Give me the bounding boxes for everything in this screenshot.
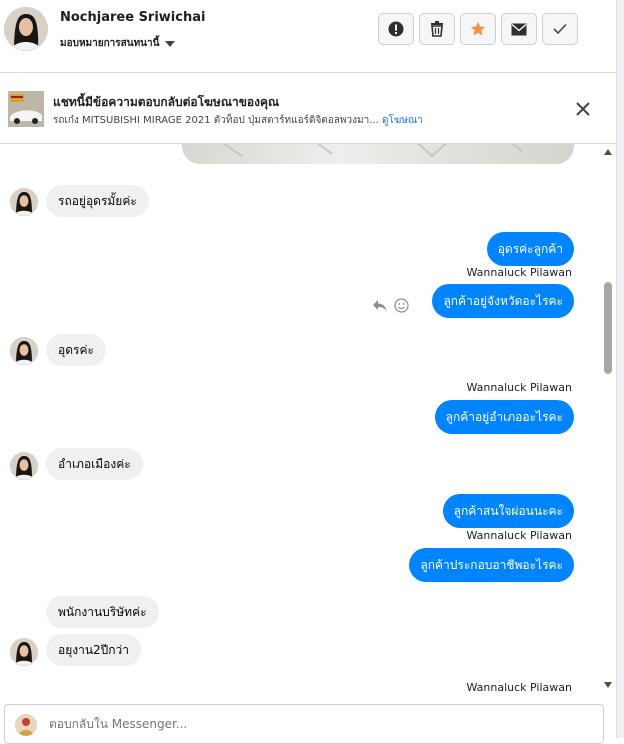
message-bubble-incoming[interactable]: อยุงาน2ปีกว่า bbox=[46, 634, 142, 666]
banner-subtitle: รถเก๋ง MITSUBISHI MIRAGE 2021 ตัวท็อป ปุ… bbox=[53, 113, 423, 128]
page-avatar bbox=[15, 714, 37, 736]
reply-input[interactable] bbox=[49, 717, 549, 731]
sender-name: Wannaluck Pilawan bbox=[466, 681, 573, 694]
avatar[interactable] bbox=[10, 452, 38, 480]
message-hover-actions bbox=[372, 298, 409, 313]
exclamation-circle-icon bbox=[388, 21, 404, 37]
sender-name: Wannaluck Pilawan bbox=[466, 381, 573, 394]
mark-done-button[interactable] bbox=[542, 13, 578, 45]
star-icon bbox=[470, 21, 486, 36]
assign-label: มอบหมายการสนทนานี้ bbox=[60, 38, 160, 49]
trash-icon bbox=[431, 21, 443, 37]
contact-name[interactable]: Nochjaree Sriwichai bbox=[60, 10, 205, 25]
envelope-icon bbox=[511, 23, 527, 35]
view-ad-link[interactable]: ดูโฆษณา bbox=[382, 115, 423, 126]
sender-name: Wannaluck Pilawan bbox=[466, 529, 573, 542]
avatar[interactable] bbox=[10, 337, 38, 365]
mark-unread-button[interactable] bbox=[501, 13, 537, 45]
message-bubble-outgoing[interactable]: ลูกค้าประกอบอาชีพอะไรคะ bbox=[409, 548, 574, 582]
message-bubble-outgoing[interactable]: ลูกค้าสนใจผ่อนนะคะ bbox=[442, 494, 574, 528]
sender-name: Wannaluck Pilawan bbox=[466, 266, 573, 279]
avatar[interactable] bbox=[10, 188, 38, 216]
scroll-up-arrow-icon[interactable] bbox=[604, 149, 612, 155]
reply-composer[interactable] bbox=[4, 704, 604, 744]
check-icon bbox=[553, 23, 567, 35]
close-icon[interactable] bbox=[574, 100, 592, 118]
banner-title: แชทนี้มีข้อความตอบกลับต่อโฆษณาของคุณ bbox=[53, 95, 280, 109]
ad-reply-banner: แชทนี้มีข้อความตอบกลับต่อโฆษณาของคุณ รถเ… bbox=[0, 73, 616, 144]
react-icon[interactable] bbox=[394, 298, 409, 313]
scroll-down-arrow-icon[interactable] bbox=[604, 682, 612, 688]
image-attachment[interactable] bbox=[182, 144, 574, 164]
star-button[interactable] bbox=[460, 13, 496, 45]
message-bubble-incoming[interactable]: พนักงานบริษัทค่ะ bbox=[46, 596, 159, 628]
contact-avatar[interactable] bbox=[4, 7, 48, 51]
message-bubble-outgoing[interactable]: ลูกค้าอยู่อำเภออะไรคะ bbox=[434, 400, 574, 434]
thread-scrollbar[interactable] bbox=[600, 144, 616, 694]
ad-description: รถเก๋ง MITSUBISHI MIRAGE 2021 ตัวท็อป ปุ… bbox=[53, 115, 379, 126]
reply-icon[interactable] bbox=[372, 299, 388, 313]
message-bubble-outgoing[interactable]: อุดรค่ะลูกค้า bbox=[486, 232, 574, 266]
assign-conversation-dropdown[interactable]: มอบหมายการสนทนานี้ bbox=[60, 36, 176, 51]
delete-button[interactable] bbox=[419, 13, 455, 45]
message-bubble-incoming[interactable]: รถอยู่อุดรมั้ยค่ะ bbox=[46, 185, 149, 217]
report-spam-button[interactable] bbox=[378, 13, 414, 45]
caret-down-icon bbox=[165, 40, 176, 47]
message-thread[interactable]: รถอยู่อุดรมั้ยค่ะ อุดรค่ะลูกค้า Wannaluc… bbox=[0, 144, 600, 704]
scrollbar-thumb[interactable] bbox=[604, 282, 612, 374]
conversation-actions bbox=[378, 13, 578, 45]
panel-divider bbox=[616, 0, 624, 738]
ad-thumbnail[interactable] bbox=[8, 91, 44, 127]
avatar[interactable] bbox=[10, 638, 38, 666]
message-bubble-incoming[interactable]: อำเภอเมืองค่ะ bbox=[46, 448, 143, 480]
message-bubble-outgoing[interactable]: ลูกค้าอยู่จังหวัดอะไรคะ bbox=[432, 284, 574, 318]
conversation-header: Nochjaree Sriwichai มอบหมายการสนทนานี้ bbox=[0, 0, 616, 73]
message-bubble-incoming[interactable]: อุดรค่ะ bbox=[46, 334, 106, 366]
